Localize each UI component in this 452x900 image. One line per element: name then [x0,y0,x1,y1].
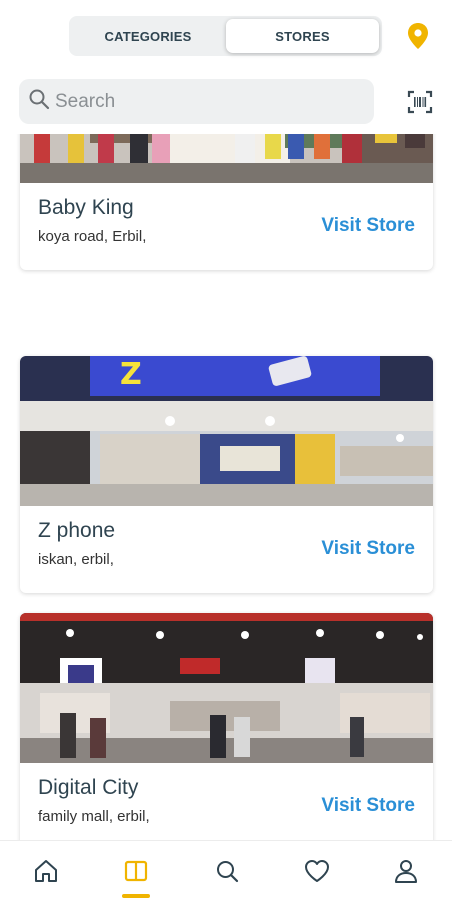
store-address: family mall, erbil, [38,808,150,825]
store-name: Baby King [38,196,134,219]
store-card[interactable]: Baby King koya road, Erbil, Visit Store [20,134,433,270]
store-card[interactable]: Z Z phone iskan, erbil, Visit Store [20,356,433,593]
svg-text:Z: Z [120,357,142,392]
search-icon[interactable] [213,857,241,885]
active-tab-indicator [122,894,150,898]
heart-icon[interactable] [303,857,331,885]
category-store-toggle: CATEGORIES STORES [69,16,382,56]
search-input[interactable] [55,79,355,124]
store-address: koya road, Erbil, [38,228,147,245]
search-bar [19,79,374,124]
barcode-scan-icon[interactable] [406,88,434,116]
store-name: Z phone [38,519,116,542]
bottom-navigation [0,840,452,900]
visit-store-button[interactable]: Visit Store [321,795,415,817]
location-pin-icon[interactable] [406,22,430,50]
store-list[interactable]: Baby King koya road, Erbil, Visit Store … [0,134,452,840]
store-photo: Z [20,356,433,506]
stores-icon[interactable] [122,857,150,885]
tab-stores[interactable]: STORES [226,19,379,53]
home-icon[interactable] [32,857,60,885]
store-card[interactable]: Digital City family mall, erbil, Visit S… [20,613,433,840]
store-photo [20,613,433,763]
store-name: Digital City [38,776,139,799]
tab-categories[interactable]: CATEGORIES [72,19,224,53]
store-photo [20,134,433,183]
visit-store-button[interactable]: Visit Store [321,215,415,237]
search-icon [29,89,50,110]
visit-store-button[interactable]: Visit Store [321,538,415,560]
profile-icon[interactable] [392,857,420,885]
store-address: iskan, erbil, [38,551,114,568]
